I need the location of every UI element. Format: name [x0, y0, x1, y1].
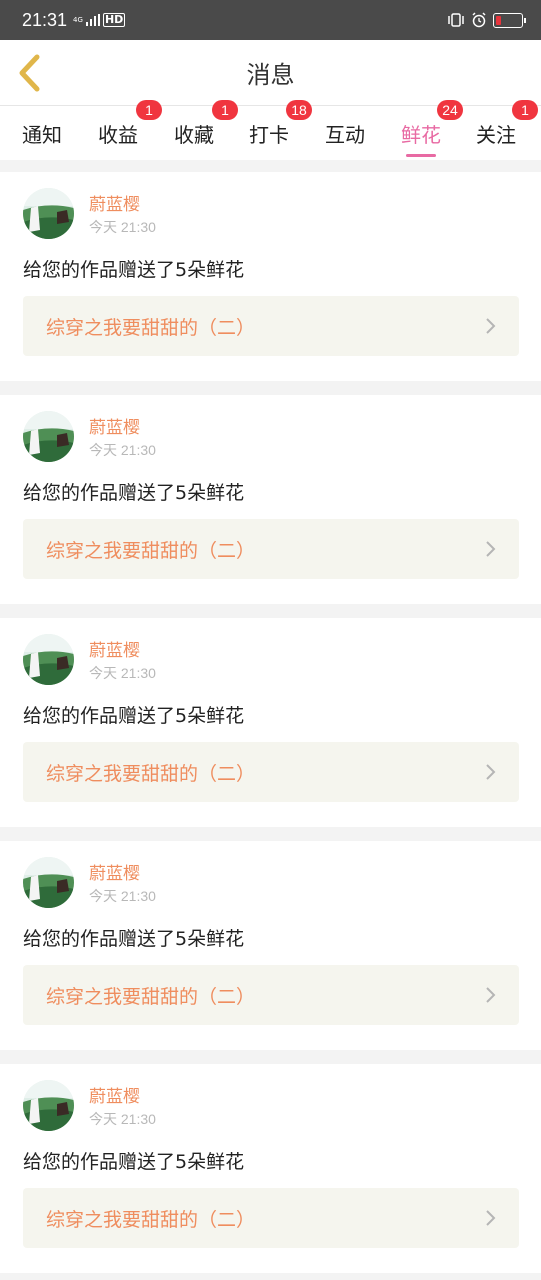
alarm-icon — [472, 12, 486, 28]
page-title: 消息 — [246, 61, 295, 89]
tab-label: 收益 — [98, 123, 138, 147]
battery-icon — [493, 12, 526, 28]
status-right — [447, 12, 526, 28]
list-item: 蔚蓝樱 今天 21:30 给您的作品赠送了5朵鲜花 综穿之我要甜甜的（二） — [0, 172, 541, 381]
message-time: 今天 21:30 — [89, 665, 156, 681]
work-link[interactable]: 综穿之我要甜甜的（二） — [23, 296, 519, 356]
status-bar: 21:31 4G HD — [0, 0, 541, 40]
avatar[interactable] — [23, 857, 74, 908]
message-list: 蔚蓝樱 今天 21:30 给您的作品赠送了5朵鲜花 综穿之我要甜甜的（二） 蔚蓝… — [0, 172, 541, 1273]
message-time: 今天 21:30 — [89, 442, 156, 458]
username[interactable]: 蔚蓝樱 — [89, 636, 140, 661]
message-time: 今天 21:30 — [89, 888, 156, 904]
avatar-image — [23, 188, 74, 239]
work-title: 综穿之我要甜甜的（二） — [46, 316, 256, 339]
work-link[interactable]: 综穿之我要甜甜的（二） — [23, 1188, 519, 1248]
message-text: 给您的作品赠送了5朵鲜花 — [23, 928, 245, 950]
work-title: 综穿之我要甜甜的（二） — [46, 762, 256, 785]
tab-following[interactable]: 关注 1 — [476, 100, 538, 160]
tab-notifications[interactable]: 通知 — [22, 106, 62, 160]
message-time: 今天 21:30 — [89, 219, 156, 235]
network-type: 4G — [73, 15, 83, 24]
list-item: 蔚蓝樱 今天 21:30 给您的作品赠送了5朵鲜花 综穿之我要甜甜的（二） — [0, 395, 541, 604]
username[interactable]: 蔚蓝樱 — [89, 1082, 140, 1107]
message-time: 今天 21:30 — [89, 1111, 156, 1127]
vibrate-icon — [448, 13, 464, 27]
work-title: 综穿之我要甜甜的（二） — [46, 539, 256, 562]
list-item: 蔚蓝樱 今天 21:30 给您的作品赠送了5朵鲜花 综穿之我要甜甜的（二） — [0, 1064, 541, 1273]
tab-interaction[interactable]: 互动 — [325, 106, 365, 160]
chevron-right-icon — [486, 987, 496, 1003]
chevron-right-icon — [486, 318, 496, 334]
avatar-image — [23, 1080, 74, 1131]
active-tab-indicator — [406, 154, 436, 157]
tab-badge: 1 — [136, 100, 162, 120]
tab-earnings[interactable]: 收益 1 — [98, 100, 162, 160]
message-text: 给您的作品赠送了5朵鲜花 — [23, 1151, 245, 1173]
avatar[interactable] — [23, 188, 74, 239]
chevron-left-icon — [19, 54, 40, 92]
tab-flowers[interactable]: 鲜花 24 — [401, 100, 463, 160]
tab-label: 互动 — [325, 123, 365, 147]
tab-label: 收藏 — [174, 123, 214, 147]
messages-screen: 21:31 4G HD 消息 通知 收益 1 收藏 1 打卡 18 互动 鲜花 … — [0, 0, 541, 1280]
tab-bar: 通知 收益 1 收藏 1 打卡 18 互动 鲜花 24 关注 1 — [0, 100, 541, 160]
username[interactable]: 蔚蓝樱 — [89, 190, 140, 215]
tab-label: 通知 — [22, 123, 62, 147]
avatar[interactable] — [23, 411, 74, 462]
tab-checkin[interactable]: 打卡 18 — [249, 100, 312, 160]
tab-badge: 18 — [286, 100, 312, 120]
work-title: 综穿之我要甜甜的（二） — [46, 1208, 256, 1231]
hd-icon: HD — [102, 13, 126, 27]
network-indicator: 4G HD — [73, 13, 126, 27]
message-text: 给您的作品赠送了5朵鲜花 — [23, 482, 245, 504]
chevron-right-icon — [486, 1210, 496, 1226]
work-link[interactable]: 综穿之我要甜甜的（二） — [23, 742, 519, 802]
tab-badge: 1 — [212, 100, 238, 120]
username[interactable]: 蔚蓝樱 — [89, 413, 140, 438]
tab-badge: 24 — [437, 100, 463, 120]
list-item: 蔚蓝樱 今天 21:30 给您的作品赠送了5朵鲜花 综穿之我要甜甜的（二） — [0, 841, 541, 1050]
avatar-image — [23, 857, 74, 908]
tab-label: 关注 — [476, 123, 516, 147]
back-button[interactable] — [14, 53, 44, 93]
work-title: 综穿之我要甜甜的（二） — [46, 985, 256, 1008]
avatar[interactable] — [23, 1080, 74, 1131]
avatar[interactable] — [23, 634, 74, 685]
tab-label: 鲜花 — [401, 123, 441, 147]
tab-favorites[interactable]: 收藏 1 — [174, 100, 238, 160]
work-link[interactable]: 综穿之我要甜甜的（二） — [23, 519, 519, 579]
avatar-image — [23, 634, 74, 685]
username[interactable]: 蔚蓝樱 — [89, 859, 140, 884]
tab-badge: 1 — [512, 100, 538, 120]
battery-level — [496, 15, 501, 25]
list-item: 蔚蓝樱 今天 21:30 给您的作品赠送了5朵鲜花 综穿之我要甜甜的（二） — [0, 618, 541, 827]
avatar-image — [23, 411, 74, 462]
status-time: 21:31 — [22, 9, 68, 30]
work-link[interactable]: 综穿之我要甜甜的（二） — [23, 965, 519, 1025]
signal-icon — [85, 14, 100, 26]
tab-label: 打卡 — [249, 123, 289, 147]
message-text: 给您的作品赠送了5朵鲜花 — [23, 259, 245, 281]
message-text: 给您的作品赠送了5朵鲜花 — [23, 705, 245, 727]
chevron-right-icon — [486, 541, 496, 557]
chevron-right-icon — [486, 764, 496, 780]
app-header: 消息 — [0, 40, 541, 106]
